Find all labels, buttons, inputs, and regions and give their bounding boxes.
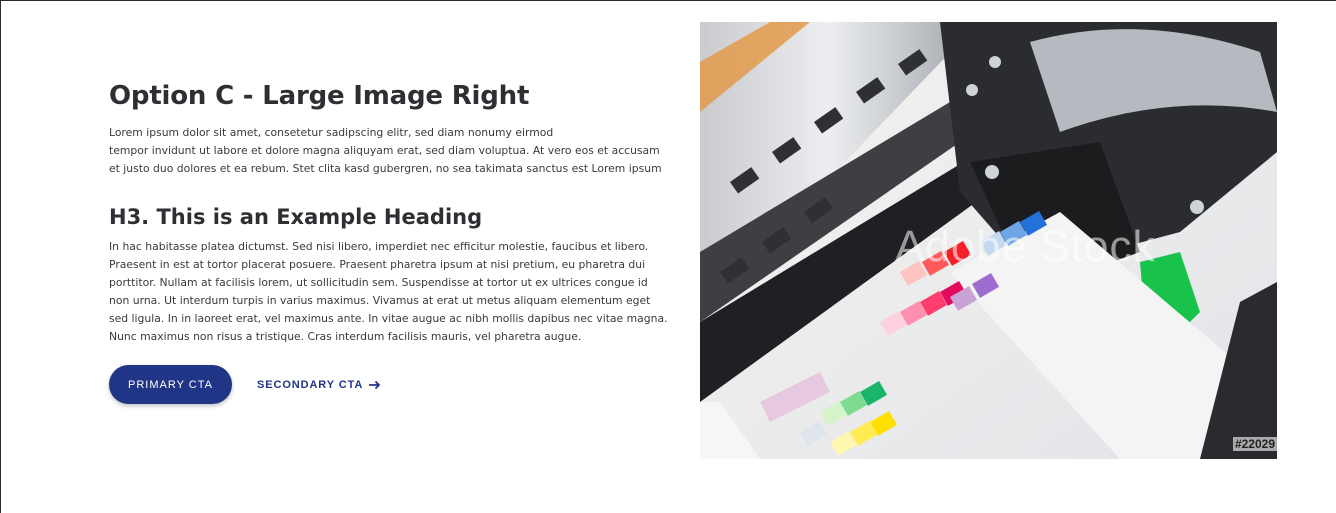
lead-line: et justo duo dolores et ea rebum. Stet c… xyxy=(109,162,662,175)
body-paragraph: In hac habitasse platea dictumst. Sed ni… xyxy=(109,238,668,346)
lead-paragraph: Lorem ipsum dolor sit amet, consetetur s… xyxy=(109,124,662,178)
body-line: non urna. Ut interdum turpis in varius m… xyxy=(109,294,651,307)
primary-cta-button[interactable]: PRIMARY CTA xyxy=(109,365,232,404)
stock-id-label: #22029 xyxy=(1232,437,1277,451)
text-column: Option C - Large Image Right Lorem ipsum… xyxy=(109,78,668,346)
lead-line: tempor invidunt ut labore et dolore magn… xyxy=(109,144,660,157)
secondary-cta-link[interactable]: SECONDARY CTA xyxy=(257,379,381,391)
arrow-right-icon xyxy=(369,380,381,389)
subheading: H3. This is an Example Heading xyxy=(109,205,483,229)
cta-group: PRIMARY CTA SECONDARY CTA xyxy=(109,365,381,404)
body-line: porttitor. Nullam at facilisis lorem, ut… xyxy=(109,276,648,289)
stock-watermark: Adobe Stock xyxy=(895,222,1156,271)
section-title: Option C - Large Image Right xyxy=(109,81,530,111)
secondary-cta-label: SECONDARY CTA xyxy=(257,378,364,391)
body-line: Praesent in est at tortor placerat posue… xyxy=(109,258,646,271)
body-line: Nunc maximus non risus a tristique. Cras… xyxy=(109,330,582,343)
body-line: sed ligula. In in laoreet erat, vel maxi… xyxy=(109,312,668,325)
printer-photo: Adobe Stock #22029 xyxy=(700,22,1277,459)
body-line: In hac habitasse platea dictumst. Sed ni… xyxy=(109,240,649,253)
lead-line: Lorem ipsum dolor sit amet, consetetur s… xyxy=(109,126,554,139)
